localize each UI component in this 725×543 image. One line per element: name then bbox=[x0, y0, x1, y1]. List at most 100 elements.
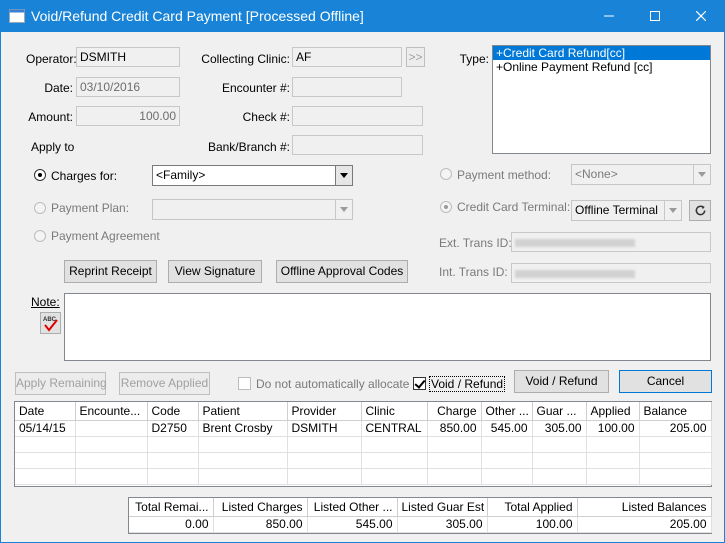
cell-patient: Brent Crosby bbox=[198, 420, 288, 437]
total-remaining-value: 0.00 bbox=[129, 516, 214, 533]
collecting-clinic-field: AF bbox=[292, 47, 402, 67]
col-header-applied[interactable]: Applied bbox=[586, 402, 640, 421]
chevron-down-icon bbox=[693, 165, 710, 184]
int-trans-field bbox=[511, 263, 711, 283]
do-not-allocate-checkbox[interactable] bbox=[238, 377, 251, 390]
col-header-encounter[interactable]: Encounte... bbox=[75, 402, 148, 421]
totals-header-balances: Listed Balances bbox=[577, 498, 712, 517]
type-label: Type: bbox=[459, 52, 489, 66]
payment-agreement-radio[interactable] bbox=[34, 230, 46, 242]
minimize-button[interactable] bbox=[586, 1, 632, 32]
cell-charge: 850.00 bbox=[427, 420, 482, 437]
window-app-icon bbox=[9, 9, 25, 23]
col-header-provider[interactable]: Provider bbox=[287, 402, 362, 421]
chevron-down-icon bbox=[664, 201, 681, 220]
payment-method-label: Payment method: bbox=[457, 168, 552, 182]
totals-header-guar: Listed Guar Est bbox=[397, 498, 488, 517]
table-row[interactable]: 05/14/15 D2750 Brent Crosby DSMITH CENTR… bbox=[15, 420, 712, 437]
table-row-empty bbox=[15, 468, 712, 485]
col-header-other[interactable]: Other ... bbox=[481, 402, 533, 421]
maximize-icon bbox=[650, 11, 660, 21]
spell-check-button[interactable]: ABC bbox=[40, 312, 61, 334]
table-row-empty bbox=[15, 436, 712, 453]
col-header-guar[interactable]: Guar ... bbox=[532, 402, 587, 421]
payment-method-radio[interactable] bbox=[440, 168, 452, 180]
window-title: Void/Refund Credit Card Payment [Process… bbox=[31, 8, 364, 24]
cc-terminal-dropdown[interactable]: Offline Terminal bbox=[571, 200, 682, 221]
payment-plan-label: Payment Plan: bbox=[51, 201, 130, 215]
payment-plan-radio[interactable] bbox=[34, 202, 46, 214]
listed-charges-value: 850.00 bbox=[213, 516, 308, 533]
void-refund-button[interactable]: Void / Refund bbox=[514, 370, 609, 393]
cell-provider: DSMITH bbox=[287, 420, 362, 437]
table-row-empty bbox=[15, 452, 712, 469]
listed-balances-value: 205.00 bbox=[577, 516, 712, 533]
close-button[interactable] bbox=[678, 1, 724, 32]
col-header-patient[interactable]: Patient bbox=[198, 402, 288, 421]
chevron-down-icon bbox=[335, 200, 352, 219]
listed-guar-value: 305.00 bbox=[397, 516, 488, 533]
remove-applied-button[interactable]: Remove Applied bbox=[119, 372, 210, 395]
void-refund-check-label: Void / Refund bbox=[428, 376, 506, 392]
cancel-button[interactable]: Cancel bbox=[619, 370, 712, 393]
apply-to-label: Apply to bbox=[31, 140, 75, 154]
bank-branch-label: Bank/Branch #: bbox=[207, 140, 290, 154]
refresh-icon bbox=[695, 205, 705, 216]
chevron-down-icon bbox=[335, 166, 352, 185]
type-list[interactable]: +Credit Card Refund[cc] +Online Payment … bbox=[492, 45, 711, 154]
payment-agreement-label: Payment Agreement bbox=[51, 229, 160, 243]
dialog-window: Void/Refund Credit Card Payment [Process… bbox=[0, 0, 725, 543]
do-not-allocate-label: Do not automatically allocate bbox=[256, 377, 410, 391]
int-trans-label: Int. Trans ID: bbox=[439, 265, 508, 279]
totals-grid: Total Remai... Listed Charges Listed Oth… bbox=[128, 497, 712, 534]
check-label: Check #: bbox=[242, 110, 290, 124]
payment-method-dropdown[interactable]: <None> bbox=[571, 164, 711, 185]
charges-grid[interactable]: Date Encounte... Code Patient Provider C… bbox=[14, 401, 712, 487]
col-header-clinic[interactable]: Clinic bbox=[361, 402, 428, 421]
amount-label: Amount: bbox=[28, 110, 73, 124]
col-header-code[interactable]: Code bbox=[147, 402, 199, 421]
cc-terminal-radio[interactable] bbox=[440, 201, 452, 213]
encounter-field bbox=[292, 77, 402, 97]
charges-for-value: <Family> bbox=[156, 168, 206, 182]
view-signature-button[interactable]: View Signature bbox=[168, 260, 262, 283]
redacted-int-trans-value bbox=[515, 270, 635, 278]
spell-check-icon: ABC bbox=[43, 317, 58, 332]
ext-trans-field bbox=[511, 232, 711, 252]
clinic-picker-button[interactable]: >> bbox=[406, 47, 425, 67]
ext-trans-label: Ext. Trans ID: bbox=[439, 236, 512, 250]
redacted-ext-trans-value bbox=[515, 239, 635, 247]
cell-applied: 100.00 bbox=[586, 420, 640, 437]
totals-header-applied: Total Applied bbox=[487, 498, 578, 517]
col-header-balance[interactable]: Balance bbox=[639, 402, 712, 421]
charges-for-label: Charges for: bbox=[51, 169, 118, 183]
amount-field: 100.00 bbox=[76, 106, 180, 126]
date-label: Date: bbox=[44, 81, 73, 95]
collecting-clinic-label: Collecting Clinic: bbox=[201, 52, 290, 66]
cell-clinic: CENTRAL bbox=[361, 420, 428, 437]
charges-for-radio[interactable] bbox=[34, 169, 46, 181]
cc-terminal-value: Offline Terminal bbox=[575, 203, 658, 217]
type-option-online-payment-refund[interactable]: +Online Payment Refund [cc] bbox=[493, 60, 710, 74]
note-textarea[interactable] bbox=[64, 293, 711, 361]
totals-header-row: Total Remai... Listed Charges Listed Oth… bbox=[129, 498, 712, 517]
maximize-button[interactable] bbox=[632, 1, 678, 32]
cell-code: D2750 bbox=[147, 420, 199, 437]
apply-remaining-button[interactable]: Apply Remaining bbox=[15, 372, 107, 395]
title-bar[interactable]: Void/Refund Credit Card Payment [Process… bbox=[1, 1, 724, 32]
offline-approval-codes-button[interactable]: Offline Approval Codes bbox=[276, 260, 408, 283]
reprint-receipt-button[interactable]: Reprint Receipt bbox=[64, 260, 157, 283]
col-header-date[interactable]: Date bbox=[15, 402, 76, 421]
type-option-credit-card-refund[interactable]: +Credit Card Refund[cc] bbox=[493, 46, 710, 60]
charges-for-dropdown[interactable]: <Family> bbox=[152, 165, 353, 186]
cell-guar: 305.00 bbox=[532, 420, 587, 437]
cell-other: 545.00 bbox=[481, 420, 533, 437]
totals-header-charges: Listed Charges bbox=[213, 498, 308, 517]
cell-date: 05/14/15 bbox=[15, 420, 76, 437]
refresh-terminal-button[interactable] bbox=[689, 200, 711, 221]
col-header-charge[interactable]: Charge bbox=[427, 402, 482, 421]
void-refund-checkbox[interactable] bbox=[413, 377, 426, 390]
payment-method-value: <None> bbox=[575, 167, 618, 181]
payment-plan-dropdown[interactable] bbox=[152, 199, 353, 220]
date-field: 03/10/2016 bbox=[76, 77, 180, 97]
